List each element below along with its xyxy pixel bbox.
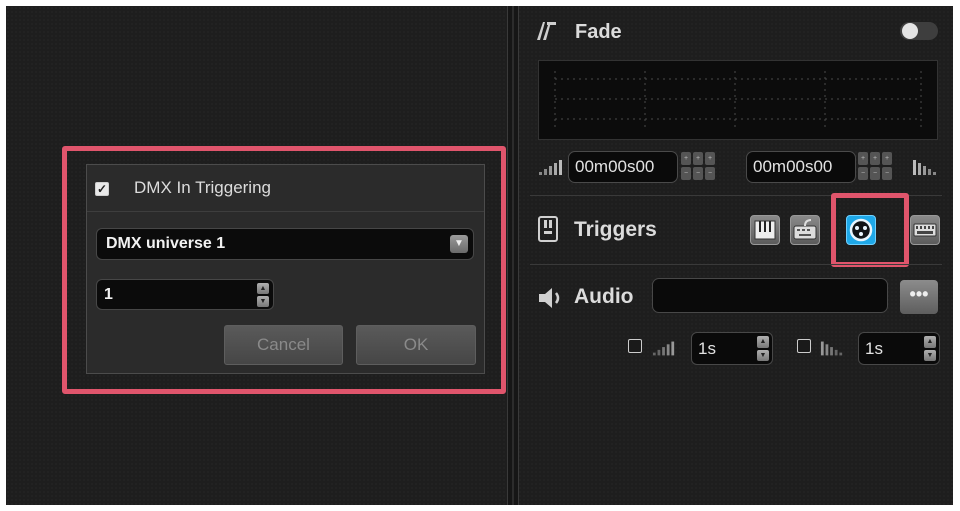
fade-graph[interactable] [538, 60, 938, 140]
plus-icon[interactable]: + [681, 152, 691, 165]
fade-out-stepper[interactable]: + + + − − − [858, 152, 892, 180]
plus-icon[interactable]: + [882, 152, 892, 165]
speaker-icon [539, 288, 560, 308]
dialog-highlight [62, 146, 506, 394]
minus-icon[interactable]: − [870, 167, 880, 180]
plus-icon[interactable]: + [693, 152, 703, 165]
fade-grid [554, 71, 922, 127]
triggers-title: Triggers [574, 218, 657, 241]
piano-keys-trigger-button[interactable] [750, 215, 780, 245]
minus-icon[interactable]: − [705, 167, 715, 180]
fade-toggle[interactable] [900, 22, 938, 40]
audio-fade-out-stepper[interactable]: ▲ ▼ [924, 336, 936, 361]
keyboard-icon [793, 219, 817, 240]
spin-up-icon[interactable]: ▲ [924, 336, 936, 348]
midi-keyboard-trigger-button[interactable] [910, 215, 940, 245]
minus-icon[interactable]: − [681, 167, 691, 180]
plus-icon[interactable]: + [858, 152, 868, 165]
audio-file-field[interactable] [652, 278, 888, 313]
fade-in-time-field[interactable]: 00m00s00 [568, 151, 678, 183]
audio-title: Audio [574, 285, 634, 308]
fade-out-time-field[interactable]: 00m00s00 [746, 151, 856, 183]
fade-in-ramp-icon [539, 160, 562, 175]
audio-fade-out-checkbox[interactable] [797, 339, 811, 353]
audio-fade-in-value: 1s [698, 339, 716, 358]
fade-in-ramp-icon [652, 341, 675, 356]
fade-title: Fade [575, 21, 622, 43]
minus-icon[interactable]: − [882, 167, 892, 180]
audio-browse-button[interactable]: ••• [900, 280, 938, 314]
spin-up-icon[interactable]: ▲ [757, 336, 769, 348]
dmx-connector-icon [849, 218, 873, 242]
spin-down-icon[interactable]: ▼ [924, 349, 936, 361]
plus-icon[interactable]: + [870, 152, 880, 165]
minus-icon[interactable]: − [858, 167, 868, 180]
fade-out-ramp-icon [913, 160, 936, 175]
audio-fade-in-stepper[interactable]: ▲ ▼ [757, 336, 769, 361]
fade-out-ramp-icon [820, 341, 843, 356]
audio-fade-in-spinbox[interactable]: 1s ▲ ▼ [691, 332, 773, 365]
fade-in-stepper[interactable]: + + + − − − [681, 152, 715, 180]
section-divider [530, 264, 942, 265]
keyboard-trigger-button[interactable] [790, 215, 820, 245]
audio-fade-in-checkbox[interactable] [628, 339, 642, 353]
midi-keyboard-icon [913, 223, 937, 237]
audio-fade-out-value: 1s [865, 339, 883, 358]
triggers-icon [538, 216, 558, 242]
minus-icon[interactable]: − [693, 167, 703, 180]
audio-fade-out-spinbox[interactable]: 1s ▲ ▼ [858, 332, 940, 365]
piano-keys-icon [754, 220, 776, 240]
dmx-trigger-button[interactable] [846, 215, 876, 245]
plus-icon[interactable]: + [705, 152, 715, 165]
spin-down-icon[interactable]: ▼ [757, 349, 769, 361]
panel-splitter[interactable] [507, 6, 519, 505]
fade-icon [537, 22, 556, 40]
